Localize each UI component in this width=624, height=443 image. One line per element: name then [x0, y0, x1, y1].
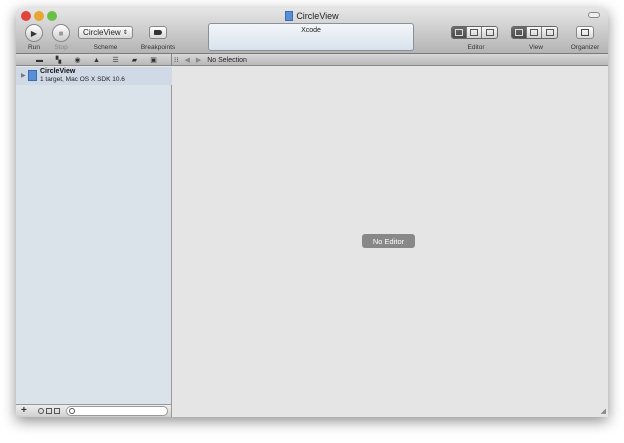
breakpoints-label: Breakpoints — [140, 44, 176, 51]
editor-segmented-control — [451, 26, 498, 39]
editor-label: Editor — [467, 44, 485, 51]
standard-editor-icon — [455, 29, 463, 36]
log-navigator-tab-icon[interactable]: ▣ — [144, 56, 163, 64]
breakpoint-icon — [154, 30, 162, 35]
organizer-button[interactable] — [576, 26, 594, 39]
issue-navigator-tab-icon[interactable]: ▲ — [87, 57, 106, 64]
search-navigator-tab-icon[interactable]: ◉ — [68, 56, 87, 64]
xcode-window: CircleView ▶ Run ■ Stop CircleView ⇕ Sch… — [16, 8, 608, 417]
navigator-filter-bar: + — [16, 404, 172, 417]
project-navigator: ▶ CircleView 1 target, Mac OS X SDK 10.6 — [16, 67, 172, 404]
recent-files-icon[interactable] — [38, 408, 44, 414]
jump-bar-selection[interactable]: No Selection — [207, 57, 247, 64]
filter-icon — [69, 408, 75, 414]
version-editor-icon — [485, 29, 494, 36]
back-arrow-icon[interactable]: ◀ — [184, 56, 189, 64]
toolbar-toggle-button[interactable] — [588, 12, 600, 18]
project-file-icon — [28, 70, 37, 81]
add-icon[interactable]: + — [21, 405, 27, 416]
project-row[interactable]: ▶ CircleView 1 target, Mac OS X SDK 10.6 — [16, 67, 172, 85]
navigator-tabs: ▬ ▚ ◉ ▲ ☰ ▰ ▣ — [16, 54, 172, 66]
related-items-icon[interactable]: ⁝⁝ — [174, 56, 178, 64]
assistant-editor-button[interactable] — [467, 27, 482, 38]
scm-files-icon[interactable] — [54, 408, 60, 414]
standard-editor-button[interactable] — [452, 27, 467, 38]
assistant-editor-icon — [470, 29, 478, 36]
breakpoint-navigator-tab-icon[interactable]: ▰ — [125, 56, 144, 64]
scheme-label: Scheme — [93, 44, 118, 51]
resize-grip-icon[interactable]: ◢ — [601, 407, 606, 415]
run-label: Run — [28, 44, 40, 51]
breakpoints-button[interactable] — [149, 26, 167, 39]
scheme-value: CircleView — [83, 28, 121, 37]
scheme-popup[interactable]: CircleView ⇕ — [78, 26, 133, 39]
no-editor-label: No Editor — [362, 234, 415, 248]
debug-navigator-tab-icon[interactable]: ☰ — [106, 56, 125, 64]
view-segmented-control — [511, 26, 558, 39]
stop-icon: ■ — [58, 28, 64, 38]
stop-label: Stop — [54, 44, 68, 51]
activity-viewer: Xcode — [208, 23, 414, 51]
view-label: View — [529, 44, 543, 51]
organizer-label: Organizer — [570, 44, 600, 51]
right-panel-icon — [545, 29, 554, 36]
stop-button[interactable]: ■ — [52, 24, 70, 42]
project-name: CircleView — [40, 68, 76, 75]
toolbar: CircleView ▶ Run ■ Stop CircleView ⇕ Sch… — [16, 8, 608, 54]
bottom-panel-icon — [530, 29, 538, 36]
project-icon — [285, 11, 294, 21]
project-subtitle: 1 target, Mac OS X SDK 10.6 — [40, 76, 125, 83]
organizer-icon — [581, 29, 589, 36]
updown-icon: ⇕ — [122, 30, 128, 36]
navigator-toggle-button[interactable] — [512, 27, 527, 38]
window-title-text: CircleView — [296, 11, 339, 21]
debug-area-toggle-button[interactable] — [527, 27, 542, 38]
editor-area: No Editor ◢ — [173, 67, 608, 417]
forward-arrow-icon[interactable]: ▶ — [196, 56, 201, 64]
navigator-bar: ▬ ▚ ◉ ▲ ☰ ▰ ▣ ⁝⁝ ◀ ▶ No Selection — [16, 54, 608, 66]
disclosure-triangle-icon[interactable]: ▶ — [21, 72, 26, 79]
unsaved-files-icon[interactable] — [46, 408, 52, 414]
filter-input[interactable] — [66, 406, 168, 416]
version-editor-button[interactable] — [482, 27, 497, 38]
play-icon: ▶ — [30, 28, 38, 38]
symbol-navigator-tab-icon[interactable]: ▚ — [49, 56, 68, 64]
utilities-toggle-button[interactable] — [542, 27, 557, 38]
activity-text: Xcode — [301, 27, 321, 34]
project-navigator-tab-icon[interactable]: ▬ — [30, 57, 49, 64]
window-title: CircleView — [16, 11, 608, 21]
left-panel-icon — [515, 29, 523, 36]
run-button[interactable]: ▶ — [25, 24, 43, 42]
jump-bar: ⁝⁝ ◀ ▶ No Selection — [174, 54, 247, 66]
